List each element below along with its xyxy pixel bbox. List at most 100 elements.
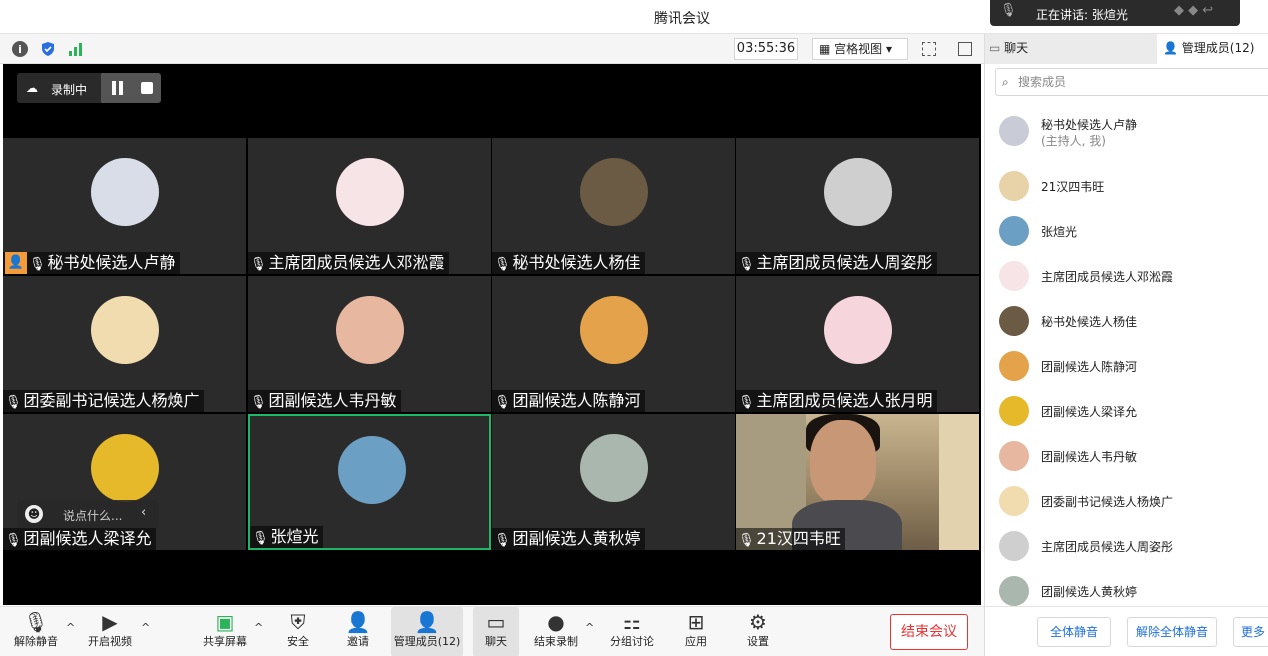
pause-recording-button[interactable]: [111, 81, 125, 95]
member-list-item[interactable]: 团副候选人陈静河: [999, 349, 1268, 383]
participant-tile[interactable]: 🎙 主席团成员候选人张月明: [736, 276, 979, 412]
participant-tile[interactable]: 🎙 21汉四韦旺: [736, 414, 979, 550]
member-name: 主席团成员候选人周姿彤: [1041, 540, 1174, 554]
video-off-icon: ▶: [102, 610, 118, 634]
quick-chat-input[interactable]: ☻ 说点什么... ‹: [17, 500, 159, 528]
avatar: [999, 116, 1029, 146]
grid-view-select[interactable]: ▦ 宫格视图 ▾: [812, 38, 908, 60]
grid-view-label: 宫格视图 ▾: [834, 42, 893, 56]
member-list-item[interactable]: 主席团成员候选人周姿彤: [999, 529, 1268, 563]
participant-name: 团副候选人黄秋婷: [512, 529, 641, 548]
members-icon: 👤: [1163, 41, 1178, 55]
settings-label: 设置: [747, 635, 769, 648]
member-list-item[interactable]: 21汉四韦旺: [999, 169, 1268, 203]
security-label: 安全: [287, 635, 309, 648]
avatar: [999, 216, 1029, 246]
record-options-caret[interactable]: ^: [585, 621, 594, 634]
invite-button[interactable]: 👤 邀请: [338, 607, 378, 656]
audio-options-caret[interactable]: ^: [66, 621, 75, 634]
participant-name-label: 🎙 张煊光: [250, 526, 323, 548]
member-name: 张煊光: [1041, 225, 1078, 239]
security-button[interactable]: ⛨ 安全: [278, 607, 318, 656]
participant-name-label: 🎙 团副候选人黄秋婷: [492, 528, 645, 550]
participant-tile[interactable]: 👤 🎙 秘书处候选人卢静: [3, 138, 246, 274]
members-icon: 👤: [414, 610, 440, 634]
participant-name-label: 🎙 主席团成员候选人张月明: [736, 390, 937, 412]
member-name: 团副候选人梁译允: [1041, 405, 1138, 419]
settings-button[interactable]: ⚙ 设置: [738, 607, 778, 656]
panel-footer: 全体静音 解除全体静音 更多: [985, 606, 1268, 656]
start-video-button[interactable]: ▶ 开启视频: [84, 607, 136, 656]
member-list-item[interactable]: 张煊光: [999, 214, 1268, 248]
end-meeting-button[interactable]: 结束会议: [890, 614, 968, 650]
participant-name: 秘书处候选人杨佳: [512, 253, 641, 272]
cloud-record-icon: ☁: [26, 81, 38, 95]
tab-chat[interactable]: ▭ 聊天: [985, 34, 1157, 64]
emoji-icon[interactable]: ☻: [25, 505, 43, 523]
avatar: [999, 351, 1029, 381]
panel-tabs: ▭ 聊天 👤 管理成员(12): [985, 34, 1268, 64]
more-button[interactable]: 更多: [1233, 617, 1268, 647]
chat-button[interactable]: ▭ 聊天: [473, 607, 519, 656]
mic-muted-icon: 🎙: [494, 395, 511, 410]
participant-tile[interactable]: 🎙 主席团成员候选人周姿彤: [736, 138, 979, 274]
participant-tile[interactable]: 🎙 团副候选人黄秋婷: [492, 414, 735, 550]
member-list-item[interactable]: 团副候选人黄秋婷: [999, 574, 1268, 608]
share-label: 共享屏幕: [203, 635, 247, 648]
participant-name: 团副候选人韦丹敏: [268, 391, 397, 410]
mic-muted-icon: 🎙: [5, 533, 22, 548]
member-list-item[interactable]: 团委副书记候选人杨焕广: [999, 484, 1268, 518]
member-name: 主席团成员候选人邓淞霞: [1041, 270, 1174, 284]
avatar: [336, 296, 404, 364]
avatar: [824, 158, 892, 226]
manage-members-button[interactable]: 👤 管理成员(12): [391, 607, 463, 656]
member-list-item[interactable]: 秘书处候选人卢静 (主持人, 我): [999, 114, 1268, 148]
share-screen-button[interactable]: ▣ 共享屏幕: [198, 607, 252, 656]
share-options-caret[interactable]: ^: [254, 621, 263, 634]
recording-bar: ☁ 录制中: [17, 73, 161, 103]
mute-all-button[interactable]: 全体静音: [1037, 617, 1111, 647]
unmute-button[interactable]: 🎙 解除静音: [8, 607, 64, 656]
participant-tile[interactable]: 🎙 秘书处候选人杨佳: [492, 138, 735, 274]
recording-controls: [101, 73, 161, 103]
participant-tile[interactable]: 🎙 主席团成员候选人邓淞霞: [248, 138, 491, 274]
apps-button[interactable]: ⊞ 应用: [676, 607, 716, 656]
unmute-all-button[interactable]: 解除全体静音: [1127, 617, 1217, 647]
record-stop-icon: ●: [547, 610, 565, 634]
chat-icon: ▭: [486, 610, 506, 634]
member-list-item[interactable]: 秘书处候选人杨佳: [999, 304, 1268, 338]
member-list-item[interactable]: 团副候选人梁译允: [999, 394, 1268, 428]
participant-name: 秘书处候选人卢静: [47, 253, 176, 272]
reply-icon[interactable]: ◆ ◆ ↩: [1174, 3, 1222, 23]
camera-feed-shelf: [939, 414, 979, 550]
chat-label: 聊天: [485, 635, 507, 648]
members-panel: ▭ 聊天 👤 管理成员(12) ⌕ 搜索成员 秘书处候选人卢静 (主持人, 我) 2…: [984, 34, 1268, 656]
participant-name: 主席团成员候选人周姿彤: [756, 253, 933, 272]
participant-tile[interactable]: 🎙 团副候选人陈静河: [492, 276, 735, 412]
fullscreen-icon[interactable]: [922, 42, 936, 56]
participant-name-label: 🎙 秘书处候选人杨佳: [492, 252, 645, 274]
avatar: [999, 441, 1029, 471]
participant-tile[interactable]: 🎙 团副候选人韦丹敏: [248, 276, 491, 412]
breakout-button[interactable]: ⚏ 分组讨论: [604, 607, 660, 656]
member-list-item[interactable]: 团副候选人韦丹敏: [999, 439, 1268, 473]
participant-tile[interactable]: 🎙 团委副书记候选人杨焕广: [3, 276, 246, 412]
member-search-input[interactable]: ⌕ 搜索成员: [995, 68, 1268, 96]
tab-members[interactable]: 👤 管理成员(12): [1157, 34, 1268, 64]
stop-recording-toolbar-button[interactable]: ● 结束录制: [530, 607, 582, 656]
shield-icon[interactable]: [40, 41, 56, 57]
meeting-timer: 03:55:36: [734, 38, 798, 60]
video-options-caret[interactable]: ^: [141, 621, 150, 634]
info-icon[interactable]: i: [12, 41, 28, 57]
chevron-left-icon[interactable]: ‹: [141, 505, 146, 520]
participant-tile[interactable]: 🎙 团副候选人梁译允: [3, 414, 246, 550]
participant-name: 团副候选人梁译允: [23, 529, 152, 548]
participant-tile[interactable]: 🎙 张煊光: [248, 414, 491, 550]
participant-name: 团副候选人陈静河: [512, 391, 641, 410]
participant-name-label: 🎙 主席团成员候选人邓淞霞: [248, 252, 449, 274]
signal-icon[interactable]: [68, 42, 84, 56]
member-list-item[interactable]: 主席团成员候选人邓淞霞: [999, 259, 1268, 293]
stop-recording-button[interactable]: [141, 82, 153, 94]
sidebar-toggle-icon[interactable]: [958, 42, 972, 56]
participant-grid: 👤 🎙 秘书处候选人卢静 🎙 主席团成员候选人邓淞霞 🎙 秘书处候选人杨佳 🎙 主席团成员候选人…: [3, 138, 981, 550]
